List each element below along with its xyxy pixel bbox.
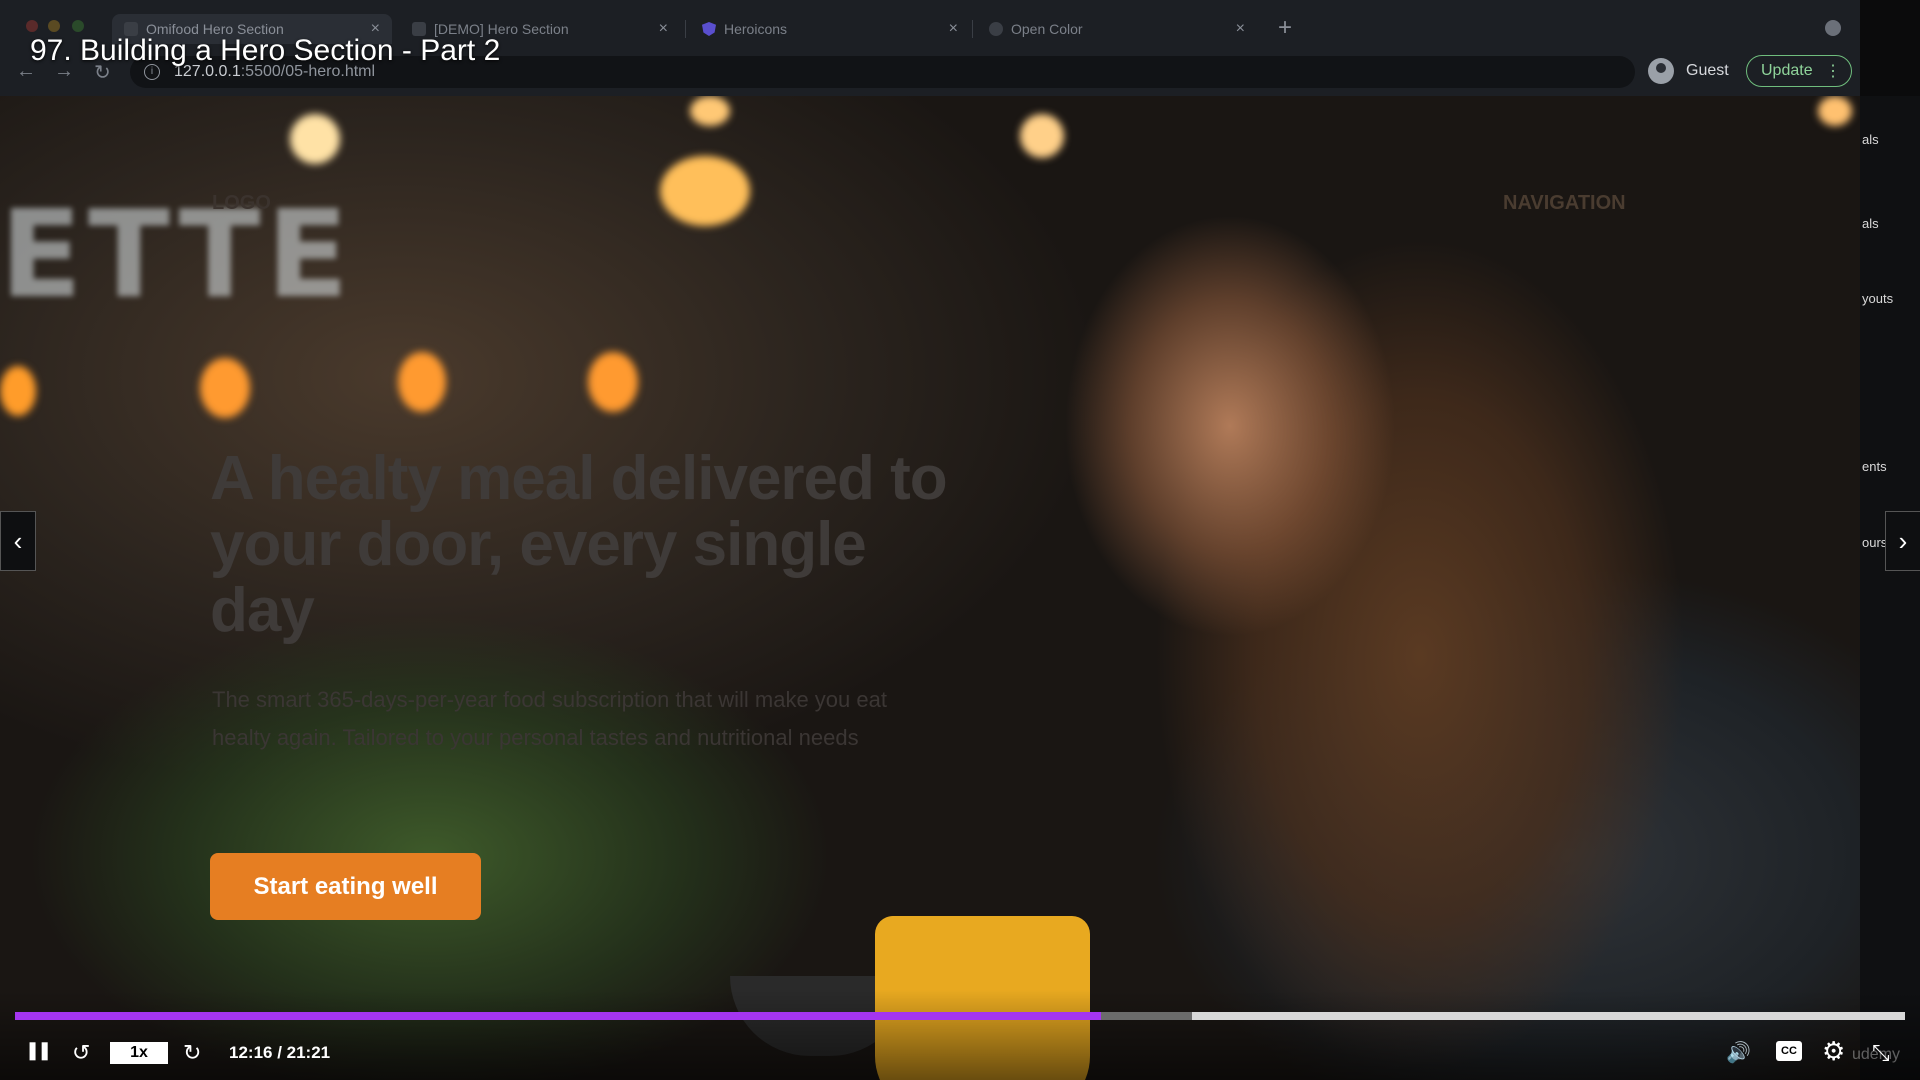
previous-lecture-button[interactable]: ‹ xyxy=(0,511,36,571)
sidebar-item[interactable]: ours xyxy=(1862,535,1887,550)
next-lecture-button[interactable]: › xyxy=(1885,511,1920,571)
hero-description: The smart 365-days-per-year food subscri… xyxy=(212,687,887,750)
progress-played xyxy=(15,1012,1101,1020)
tab-close-icon[interactable]: × xyxy=(1236,20,1245,38)
pause-icon[interactable]: ❚❚ xyxy=(25,1040,52,1061)
tab-close-icon[interactable]: × xyxy=(659,20,668,38)
profile-label: Guest xyxy=(1686,62,1729,79)
bokeh-light xyxy=(200,358,250,418)
more-menu-icon[interactable]: ⋮ xyxy=(1825,61,1841,81)
new-tab-plus-icon[interactable]: + xyxy=(1278,14,1292,42)
tab-open-color[interactable]: Open Color × xyxy=(977,14,1257,44)
forward-icon[interactable]: ↻ xyxy=(183,1040,201,1066)
bokeh-light xyxy=(290,114,340,164)
tab-label: Open Color xyxy=(1011,21,1083,37)
page-favicon-icon xyxy=(989,22,1003,36)
bokeh-light xyxy=(1818,96,1852,126)
chevron-down-icon[interactable] xyxy=(1825,20,1841,36)
avatar-icon xyxy=(1648,58,1674,84)
captions-button[interactable]: CC xyxy=(1776,1041,1802,1061)
hero-heading: A healty meal delivered to your door, ev… xyxy=(210,444,948,645)
update-label: Update xyxy=(1761,62,1813,79)
tab-heroicons[interactable]: Heroicons × xyxy=(690,14,970,44)
rewind-icon[interactable]: ↺ xyxy=(72,1040,90,1066)
sidebar-item[interactable]: als xyxy=(1862,132,1879,147)
player-controls-bar xyxy=(0,990,1920,1080)
tab-label: Heroicons xyxy=(724,21,788,37)
time-display: 12:16 / 21:21 xyxy=(229,1043,331,1062)
bokeh-light xyxy=(690,96,730,126)
sidebar-item[interactable]: als xyxy=(1862,216,1879,231)
window-minimize-dot[interactable] xyxy=(48,20,60,32)
bokeh-light xyxy=(588,352,638,412)
hero-background-photo: ETTE LOGO NAVIGATION A healty meal deliv… xyxy=(0,96,1860,1080)
logo-placeholder[interactable]: LOGO xyxy=(212,192,271,215)
lecture-title: 97. Building a Hero Section - Part 2 xyxy=(30,34,501,67)
bokeh-light xyxy=(1020,114,1064,158)
shield-icon xyxy=(702,22,716,36)
udemy-watermark: udemy xyxy=(1852,1046,1901,1063)
course-sidebar xyxy=(1860,96,1920,1080)
update-button[interactable]: Update ⋮ xyxy=(1746,55,1852,87)
sidebar-item[interactable]: youts xyxy=(1862,291,1893,306)
tab-divider xyxy=(972,20,973,38)
bokeh-light xyxy=(0,366,36,416)
start-eating-well-button[interactable]: Start eating well xyxy=(210,853,481,920)
sidebar-item[interactable]: ents xyxy=(1862,459,1887,474)
window-close-dot[interactable] xyxy=(26,20,38,32)
tab-close-icon[interactable]: × xyxy=(949,20,958,38)
navigation-placeholder[interactable]: NAVIGATION xyxy=(1503,192,1626,215)
playback-speed-button[interactable]: 1x xyxy=(110,1042,168,1064)
window-zoom-dot[interactable] xyxy=(72,20,84,32)
bokeh-light xyxy=(660,156,750,226)
settings-gear-icon[interactable]: ⚙ xyxy=(1822,1036,1845,1067)
profile-button[interactable]: Guest xyxy=(1648,58,1729,84)
bokeh-light xyxy=(398,352,446,412)
tab-divider xyxy=(685,20,686,38)
neon-sign: ETTE xyxy=(0,186,355,325)
video-progress-bar[interactable] xyxy=(15,1012,1905,1020)
volume-icon[interactable]: 🔊 xyxy=(1726,1040,1751,1065)
